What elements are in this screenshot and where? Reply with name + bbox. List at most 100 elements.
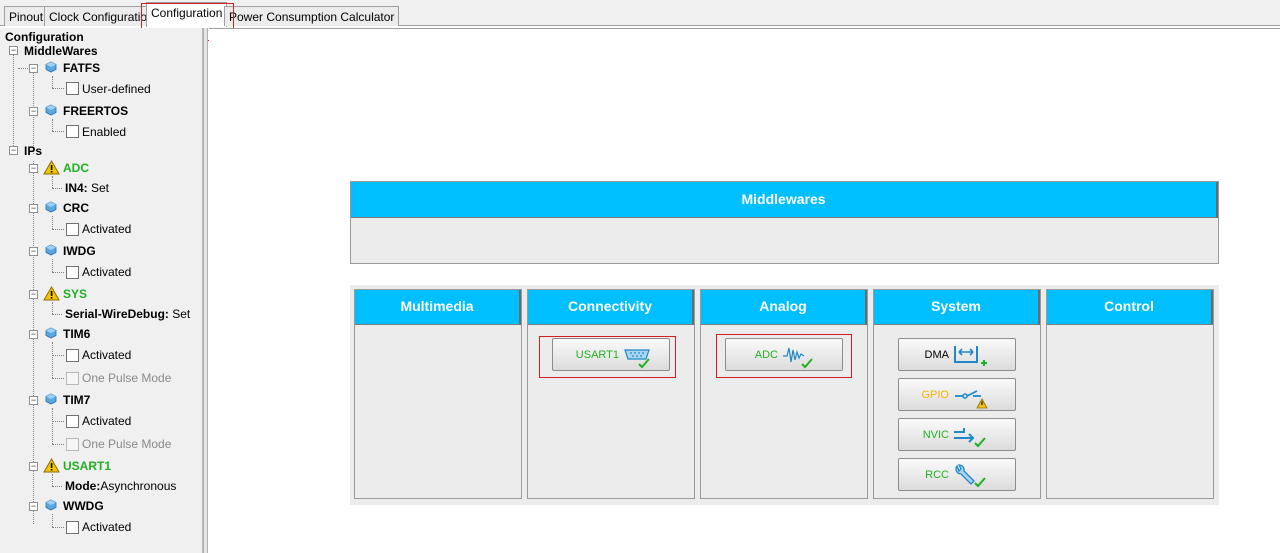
tim7-activated-checkbox[interactable] — [66, 415, 79, 428]
tim7-activated-label: Activated — [82, 414, 132, 428]
ip-cube-icon — [45, 327, 57, 339]
tim7-one-pulse-label: One Pulse Mode — [82, 437, 172, 451]
tree-node-usart1[interactable]: USART1 — [63, 459, 111, 473]
analog-header: Analog — [701, 290, 867, 325]
category-multimedia: Multimedia — [354, 289, 522, 499]
tree-branch — [52, 355, 64, 356]
adc-button-label: ADC — [754, 349, 778, 361]
gpio-button[interactable]: GPIO — [898, 378, 1016, 411]
tree-root-configuration: Configuration — [5, 30, 84, 44]
tab-pinout[interactable]: Pinout — [4, 6, 49, 26]
adc-mode-row: IN4: Set — [65, 181, 109, 195]
tree-node-fatfs[interactable]: FATFS — [63, 61, 100, 75]
configuration-tree: Configuration − MiddleWares − FATFS User… — [0, 28, 204, 553]
tree-node-adc[interactable]: ADC — [63, 161, 89, 175]
sys-debug-value: Set — [168, 307, 191, 321]
freertos-enabled-checkbox[interactable] — [66, 125, 79, 138]
collapse-icon[interactable]: − — [9, 146, 18, 155]
tree-branch — [52, 314, 62, 315]
wwdg-activated-label: Activated — [82, 520, 132, 534]
gpio-button-label: GPIO — [921, 389, 949, 401]
category-analog: Analog — [700, 289, 868, 499]
tree-node-crc[interactable]: CRC — [63, 201, 89, 215]
tree-node-middlewares[interactable]: MiddleWares — [24, 44, 98, 58]
multimedia-header: Multimedia — [355, 290, 521, 325]
tree-guide — [52, 408, 53, 444]
tree-guide — [52, 76, 53, 88]
ip-cube-icon — [45, 393, 57, 405]
tree-branch — [52, 378, 64, 379]
analog-signal-icon — [783, 347, 813, 369]
usart1-button[interactable]: USART1 — [552, 338, 670, 371]
category-control: Control — [1046, 289, 1214, 499]
collapse-icon[interactable]: − — [29, 290, 38, 299]
tree-guide — [52, 302, 53, 314]
tree-node-iwdg[interactable]: IWDG — [63, 244, 96, 258]
tree-node-tim7[interactable]: TIM7 — [63, 393, 90, 407]
ip-cube-icon — [45, 61, 57, 73]
tree-guide — [52, 342, 53, 378]
tree-guide — [52, 259, 53, 272]
connectivity-header: Connectivity — [528, 290, 694, 325]
collapse-icon[interactable]: − — [29, 204, 38, 213]
collapse-icon[interactable]: − — [29, 64, 38, 73]
tree-node-tim6[interactable]: TIM6 — [63, 327, 90, 341]
tree-guide — [52, 216, 53, 229]
dma-button[interactable]: DMA — [898, 338, 1016, 371]
collapse-icon[interactable]: − — [29, 330, 38, 339]
tree-guide — [52, 119, 53, 131]
tree-node-wwdg[interactable]: WWDG — [63, 499, 104, 513]
sys-debug-key: Serial-WireDebug: — [65, 307, 169, 321]
tim7-one-pulse-checkbox — [66, 438, 79, 451]
tree-node-sys[interactable]: SYS — [63, 287, 87, 301]
interrupt-icon — [954, 428, 986, 448]
usart1-mode-key: Mode: — [65, 479, 101, 493]
sys-debug-row: Serial-WireDebug: Set — [65, 307, 190, 321]
tree-node-freertos[interactable]: FREERTOS — [63, 104, 128, 118]
wrench-icon — [955, 464, 986, 488]
tree-branch — [52, 421, 64, 422]
category-connectivity: Connectivity — [527, 289, 695, 499]
serial-port-icon — [624, 349, 650, 369]
check-icon — [801, 358, 813, 369]
freertos-enabled-label: Enabled — [82, 125, 127, 139]
collapse-icon[interactable]: − — [29, 462, 38, 471]
iwdg-activated-checkbox[interactable] — [66, 266, 79, 279]
collapse-icon[interactable]: − — [29, 247, 38, 256]
rcc-button-label: RCC — [925, 469, 949, 481]
middlewares-panel: Middlewares — [350, 181, 1219, 264]
tree-guide — [52, 474, 53, 486]
collapse-icon[interactable]: − — [29, 107, 38, 116]
ip-cube-icon — [45, 104, 57, 116]
collapse-icon[interactable]: − — [29, 502, 38, 511]
check-icon — [974, 477, 986, 488]
nvic-button[interactable]: NVIC — [898, 418, 1016, 451]
collapse-icon[interactable]: − — [29, 396, 38, 405]
tree-node-ips[interactable]: IPs — [24, 144, 42, 158]
ip-cube-icon — [45, 201, 57, 213]
usart1-mode-row: Mode:Asynchronous — [65, 479, 176, 493]
dma-transfer-icon — [954, 346, 987, 366]
wwdg-activated-checkbox[interactable] — [66, 521, 79, 534]
collapse-icon[interactable]: − — [29, 164, 38, 173]
adc-button[interactable]: ADC — [725, 338, 843, 371]
tim6-activated-checkbox[interactable] — [66, 349, 79, 362]
tree-branch — [52, 272, 64, 273]
check-icon — [638, 358, 650, 369]
tree-branch — [18, 68, 28, 69]
warning-icon — [43, 160, 60, 175]
ip-cube-icon — [45, 499, 57, 511]
collapse-icon[interactable]: − — [9, 46, 18, 55]
crc-activated-checkbox[interactable] — [66, 223, 79, 236]
panel-splitter[interactable] — [204, 28, 208, 553]
iwdg-activated-label: Activated — [82, 265, 132, 279]
ip-cube-icon — [45, 244, 57, 256]
tree-branch — [52, 444, 64, 445]
tree-branch — [52, 131, 64, 132]
crc-activated-label: Activated — [82, 222, 132, 236]
tree-branch — [52, 229, 64, 230]
tab-power-consumption-calculator[interactable]: Power Consumption Calculator — [224, 6, 400, 26]
tim6-activated-label: Activated — [82, 348, 132, 362]
rcc-button[interactable]: RCC — [898, 458, 1016, 491]
fatfs-user-defined-checkbox[interactable] — [66, 82, 79, 95]
